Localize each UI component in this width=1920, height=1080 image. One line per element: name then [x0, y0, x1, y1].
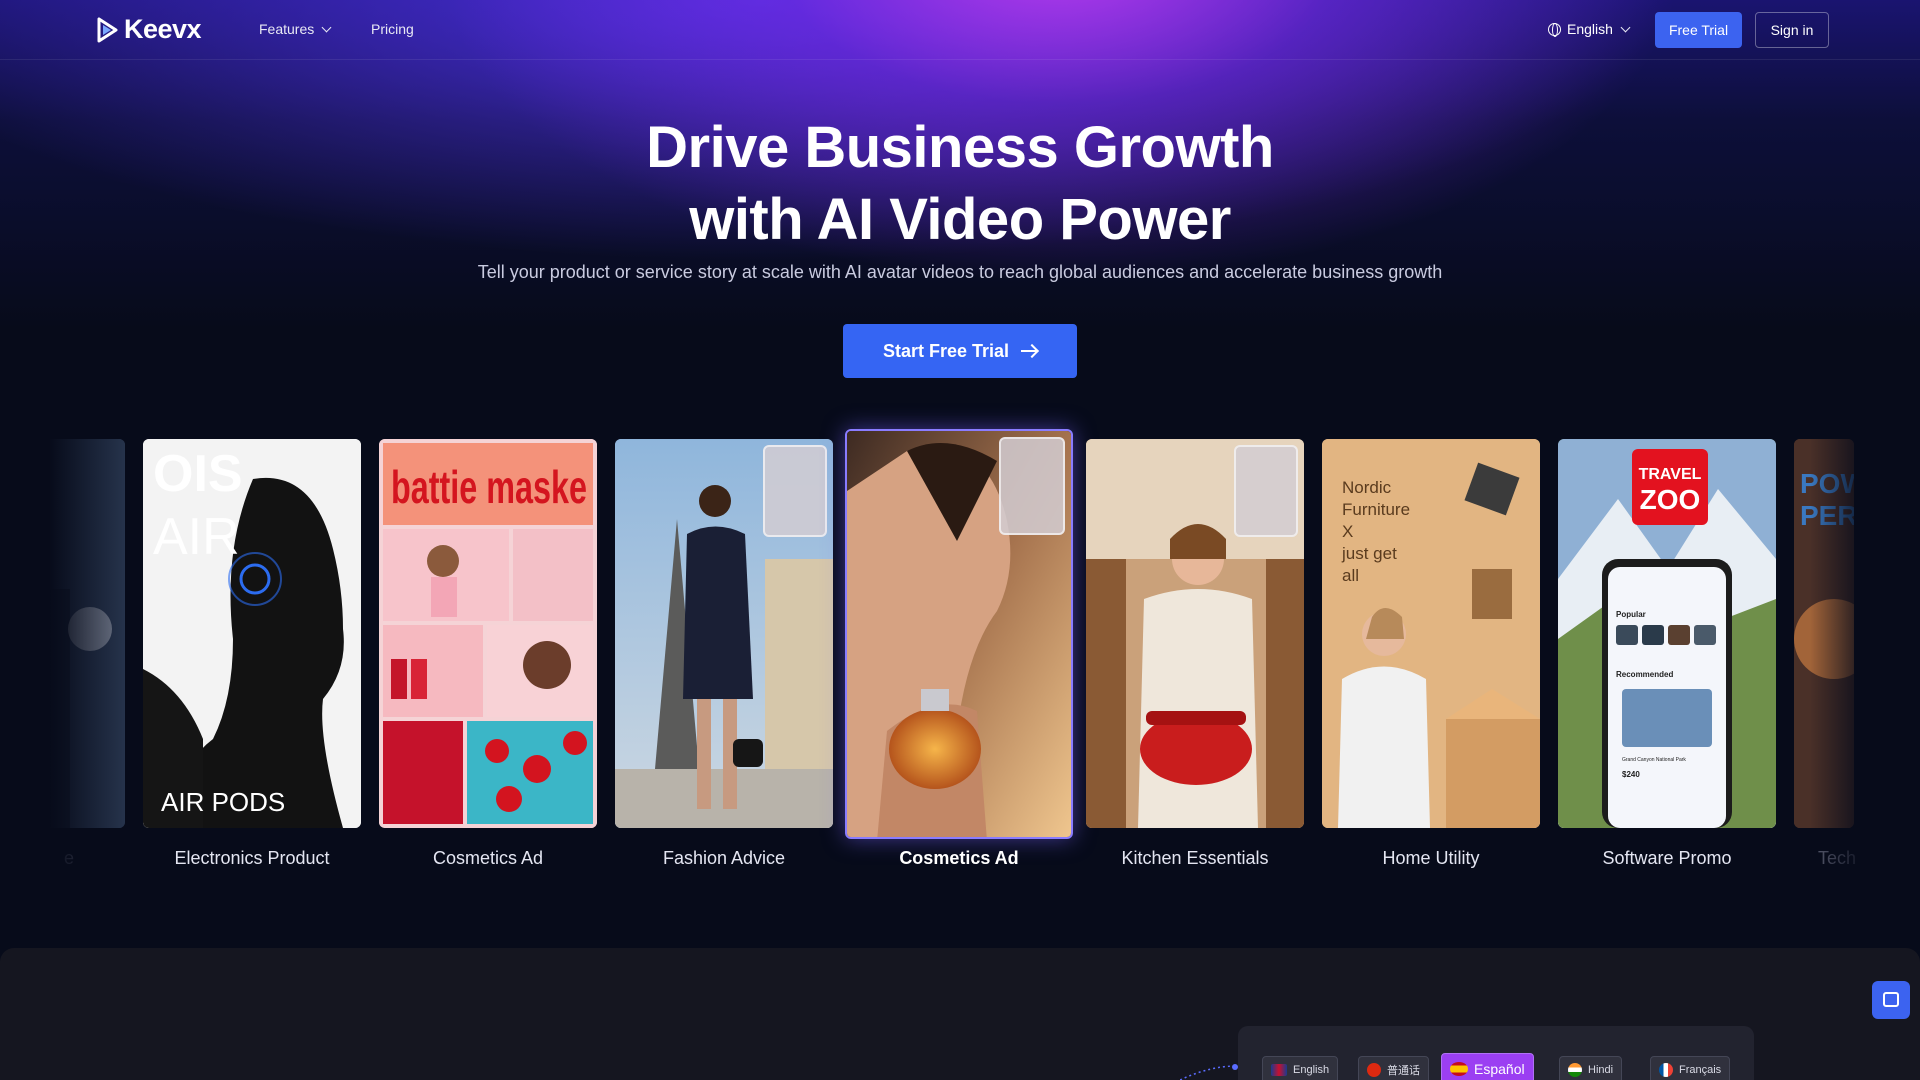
uk-flag-icon: [1271, 1064, 1287, 1076]
nav-pricing-label: Pricing: [371, 21, 414, 37]
travel-app-image: TRAVEL ZOO Popular Recommended Grand Can…: [1558, 439, 1776, 828]
card-label-fashion-advice: Fashion Advice: [662, 848, 786, 868]
language-chip-label: Français: [1679, 1064, 1722, 1076]
airpods-text: AIR PODS: [161, 787, 285, 817]
brand-name: Keevx: [124, 14, 202, 44]
svg-text:Grand Canyon National Park: Grand Canyon National Park: [1622, 757, 1686, 763]
language-selector[interactable]: English: [1548, 21, 1631, 37]
chevron-down-icon: [321, 22, 332, 32]
start-free-trial-button[interactable]: Start Free Trial: [843, 324, 1077, 378]
brand-logo[interactable]: Keevx: [94, 14, 202, 45]
china-flag-icon: [1367, 1063, 1381, 1077]
svg-text:Popular: Popular: [1616, 610, 1646, 619]
svg-text:ZOO: ZOO: [1640, 484, 1701, 515]
card-label-cosmetics-ad-active: Cosmetics Ad: [899, 848, 1019, 868]
video-card-kitchen-essentials[interactable]: [1086, 439, 1304, 828]
arrow-right-icon: [1021, 350, 1038, 352]
svg-text:TRAVEL: TRAVEL: [1639, 466, 1702, 483]
hero-headline-line2: with AI Video Power: [689, 187, 1231, 252]
furniture-ad-image: Nordic Furniture X just get all: [1322, 439, 1540, 828]
airpods-ad-image: OIS AIR AIR PODS: [143, 439, 361, 828]
nav-features-menu[interactable]: Features: [259, 21, 332, 37]
video-card-software-promo[interactable]: TRAVEL ZOO Popular Recommended Grand Can…: [1558, 439, 1776, 828]
outfit-thumbnail: [763, 445, 827, 537]
svg-text:X: X: [1342, 522, 1353, 541]
carousel-left-fade: [0, 420, 140, 880]
hero-headline: Drive Business Growth with AI Video Powe…: [0, 112, 1920, 256]
language-chip-spanish[interactable]: Español: [1441, 1053, 1534, 1080]
france-flag-icon: [1659, 1063, 1673, 1077]
svg-text:Nordic: Nordic: [1342, 478, 1392, 497]
card-label-kitchen-essentials: Kitchen Essentials: [1121, 848, 1269, 868]
language-chip-hindi[interactable]: Hindi: [1559, 1056, 1623, 1080]
video-card-cosmetics-ad[interactable]: battie maske: [379, 439, 597, 828]
svg-text:$240: $240: [1622, 770, 1640, 779]
card-label-cosmetics-ad: Cosmetics Ad: [432, 848, 544, 868]
free-trial-button[interactable]: Free Trial: [1655, 12, 1742, 48]
video-card-electronics-product[interactable]: OIS AIR AIR PODS: [143, 439, 361, 828]
nav-pricing-link[interactable]: Pricing: [371, 21, 414, 37]
chat-support-button[interactable]: [1872, 981, 1910, 1019]
language-chip-label: English: [1293, 1064, 1330, 1076]
chevron-down-icon: [1620, 22, 1631, 32]
video-card-cosmetics-ad-active[interactable]: [845, 429, 1073, 839]
language-chip-label: Español: [1474, 1061, 1525, 1077]
play-logo-icon: [97, 17, 118, 42]
spain-flag-icon: [1450, 1062, 1468, 1076]
language-chip-english[interactable]: English: [1262, 1056, 1339, 1080]
video-card-home-utility[interactable]: Nordic Furniture X just get all: [1322, 439, 1540, 828]
language-selector-label: English: [1567, 21, 1613, 37]
svg-text:just get: just get: [1341, 544, 1397, 563]
india-flag-icon: [1568, 1063, 1582, 1077]
card-label-electronics-product: Electronics Product: [174, 848, 330, 868]
cta-label: Start Free Trial: [882, 340, 1010, 361]
language-chip-label: 普通话: [1387, 1065, 1420, 1077]
globe-icon: [1548, 22, 1561, 37]
carousel-right-fade: [1810, 420, 1920, 880]
svg-text:OIS: OIS: [153, 445, 243, 503]
language-chip-french[interactable]: Français: [1650, 1056, 1731, 1080]
language-chip-label: Hindi: [1588, 1064, 1614, 1076]
svg-text:Recommended: Recommended: [1616, 670, 1673, 679]
svg-text:AIR: AIR: [153, 508, 240, 566]
cosmetics-collage-image: battie maske: [379, 439, 597, 828]
video-card-fashion-advice[interactable]: [615, 439, 833, 828]
language-chip-mandarin[interactable]: 普通话: [1358, 1056, 1429, 1080]
svg-text:battie maske: battie maske: [391, 461, 587, 513]
perfume-thumbnail: [999, 437, 1065, 535]
sign-in-button[interactable]: Sign in: [1755, 12, 1829, 48]
hero-subheadline: Tell your product or service story at sc…: [477, 262, 1443, 282]
hero-headline-line1: Drive Business Growth: [646, 115, 1274, 180]
nav-features-label: Features: [259, 21, 315, 37]
card-label-home-utility: Home Utility: [1382, 848, 1480, 868]
top-navigation: Keevx Features Pricing English Free Tria…: [0, 0, 1920, 60]
connector-dots-decoration: [1180, 1064, 1238, 1080]
svg-text:all: all: [1342, 566, 1359, 585]
svg-text:Furniture: Furniture: [1342, 500, 1410, 519]
pot-thumbnail: [1234, 445, 1298, 537]
